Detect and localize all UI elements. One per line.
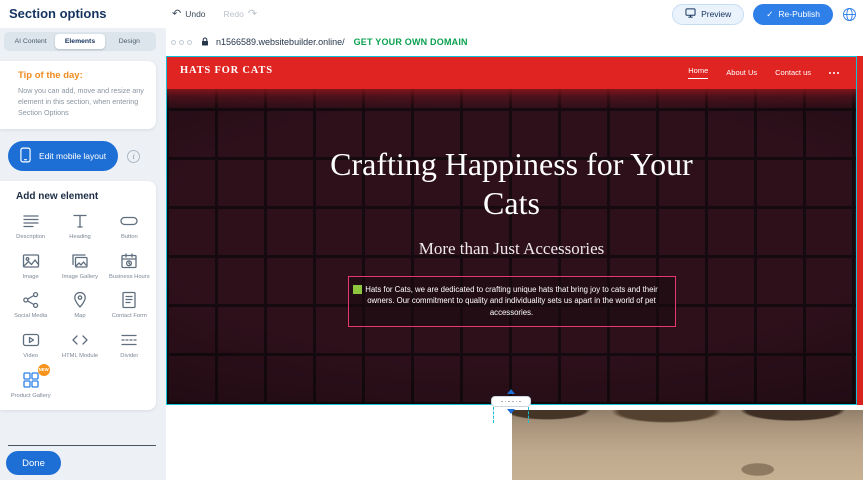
nav-about-us[interactable]: About Us [726, 68, 757, 77]
tip-of-the-day-card: Tip of the day: Now you can add, move an… [0, 61, 156, 129]
tip-body: Now you can add, move and resize any ele… [18, 86, 146, 118]
get-domain-link[interactable]: GET YOUR OWN DOMAIN [354, 37, 468, 47]
tab-ai-content[interactable]: AI Content [6, 34, 55, 49]
element-social-media[interactable]: Social Media [6, 290, 55, 321]
image-icon [20, 251, 42, 271]
hero-title[interactable]: Crafting Happiness for Your Cats [312, 145, 712, 224]
element-contact-form[interactable]: Contact Form [105, 290, 154, 321]
redo-button[interactable]: Redo ↷ [224, 9, 258, 20]
undo-icon: ↶ [172, 9, 181, 20]
mobile-layout-row: Edit mobile layout i [8, 141, 158, 171]
site-header: HATS FOR CATS Home About Us Contact us [166, 56, 863, 89]
sidebar-divider [8, 445, 156, 446]
element-grid: Description Heading Button Image Image G… [6, 211, 154, 400]
page-overflow-strip [857, 56, 863, 405]
phone-icon [20, 147, 31, 165]
sidebar: AI Content Elements Design Tip of the da… [0, 28, 166, 480]
editor-canvas: n1566589.websitebuilder.online/ GET YOUR… [166, 28, 863, 480]
new-badge: NEW [38, 364, 50, 376]
undo-redo-group: ↶ Undo Redo ↷ [172, 0, 257, 28]
tip-title: Tip of the day: [18, 70, 146, 81]
product-gallery-icon: NEW [20, 370, 42, 390]
element-map[interactable]: Map [55, 290, 104, 321]
topbar-actions: Preview ✓ Re-Publish [672, 0, 857, 28]
undo-button[interactable]: ↶ Undo [172, 9, 206, 20]
element-html-module[interactable]: HTML Module [55, 330, 104, 361]
edit-mobile-layout-button[interactable]: Edit mobile layout [8, 141, 118, 171]
element-divider[interactable]: Divider [105, 330, 154, 361]
sidebar-tabs: AI Content Elements Design [4, 32, 156, 51]
heading-icon [69, 211, 91, 231]
map-icon [69, 290, 91, 310]
site-preview: HATS FOR CATS Home About Us Contact us C… [166, 56, 863, 405]
element-product-gallery[interactable]: NEW Product Gallery [6, 370, 55, 401]
section-resize-handle[interactable] [489, 389, 533, 423]
app-window: Section options ↶ Undo Redo ↷ Preview ✓ … [0, 0, 863, 480]
element-button[interactable]: Button [105, 211, 154, 242]
language-globe-icon[interactable] [842, 7, 857, 22]
tab-elements[interactable]: Elements [55, 34, 104, 49]
redo-icon: ↷ [248, 9, 257, 20]
green-handle-icon [353, 285, 362, 294]
lock-icon [201, 33, 209, 51]
site-logo[interactable]: HATS FOR CATS [180, 65, 273, 76]
image-gallery-icon [69, 251, 91, 271]
nav-more-icon[interactable] [829, 72, 839, 74]
hero-content: Crafting Happiness for Your Cats More th… [166, 89, 857, 405]
browser-bar: n1566589.websitebuilder.online/ GET YOUR… [166, 34, 468, 50]
site-nav: Home About Us Contact us [688, 56, 839, 89]
business-hours-icon [118, 251, 140, 271]
preview-button[interactable]: Preview [672, 4, 744, 25]
tab-design[interactable]: Design [105, 34, 154, 49]
description-icon [20, 211, 42, 231]
nav-home[interactable]: Home [688, 66, 708, 79]
element-image-gallery[interactable]: Image Gallery [55, 251, 104, 282]
social-media-icon [20, 290, 42, 310]
resize-arrow-down-icon [507, 409, 515, 414]
hero-section[interactable]: Crafting Happiness for Your Cats More th… [166, 89, 863, 405]
nav-contact-us[interactable]: Contact us [775, 68, 811, 77]
button-icon [118, 211, 140, 231]
element-heading[interactable]: Heading [55, 211, 104, 242]
resize-grip[interactable] [491, 396, 531, 407]
divider-icon [118, 330, 140, 350]
element-image[interactable]: Image [6, 251, 55, 282]
element-description[interactable]: Description [6, 211, 55, 242]
element-business-hours[interactable]: Business Hours [105, 251, 154, 282]
hero-subtitle[interactable]: More than Just Accessories [419, 239, 605, 259]
next-section-photo[interactable] [512, 410, 863, 480]
element-video[interactable]: Video [6, 330, 55, 361]
info-icon[interactable]: i [127, 150, 140, 163]
resize-guide-right [528, 407, 529, 423]
hero-text-box[interactable]: Hats for Cats, we are dedicated to craft… [348, 276, 676, 327]
hero-body-text: Hats for Cats, we are dedicated to craft… [365, 285, 658, 317]
monitor-icon [685, 8, 696, 20]
topbar: Section options ↶ Undo Redo ↷ Preview ✓ … [0, 0, 863, 28]
check-icon: ✓ [766, 9, 773, 20]
video-icon [20, 330, 42, 350]
resize-arrow-up-icon [507, 389, 515, 394]
window-dots-icon [171, 40, 192, 45]
site-url: n1566589.websitebuilder.online/ [216, 37, 345, 47]
add-element-title: Add new element [16, 191, 154, 202]
republish-button[interactable]: ✓ Re-Publish [753, 4, 833, 25]
resize-guide-left [493, 407, 494, 423]
add-element-panel: Add new element Description Heading Butt… [0, 181, 156, 410]
html-module-icon [69, 330, 91, 350]
done-button[interactable]: Done [6, 451, 61, 475]
contact-form-icon [118, 290, 140, 310]
page-title: Section options [9, 6, 107, 21]
